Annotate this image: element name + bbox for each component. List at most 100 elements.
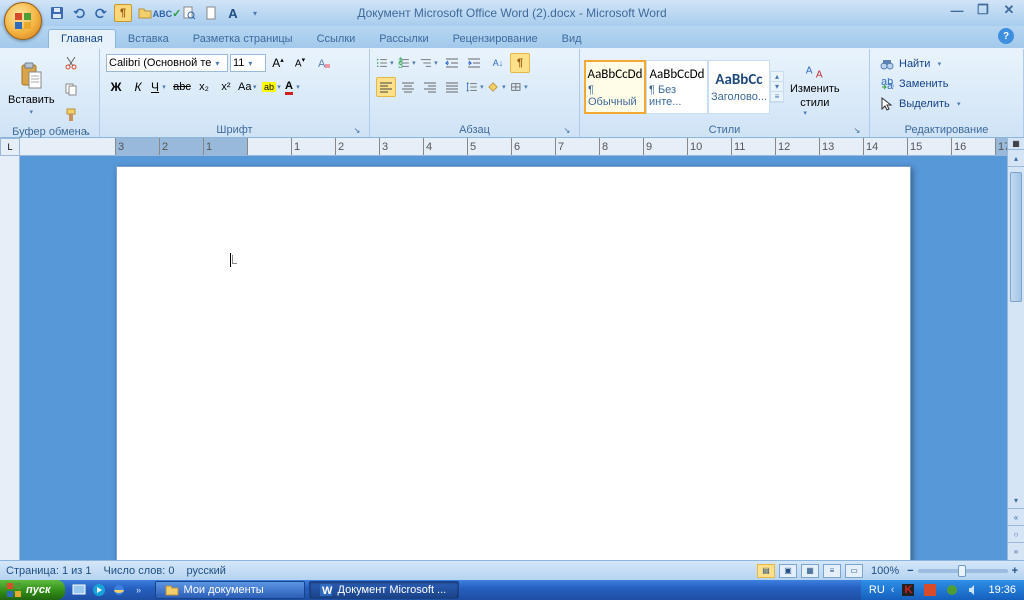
tab-selector[interactable]: L [0, 138, 20, 156]
font-family-combo[interactable]: Calibri (Основной те▾ [106, 54, 228, 72]
highlight-button[interactable]: ab▾ [262, 77, 282, 97]
tab-layout[interactable]: Разметка страницы [181, 30, 305, 48]
prev-page-icon[interactable]: « [1008, 509, 1024, 526]
show-desktop-icon[interactable] [71, 582, 87, 598]
vertical-ruler[interactable] [0, 156, 20, 560]
zoom-slider[interactable] [918, 569, 1008, 573]
tab-home[interactable]: Главная [48, 29, 116, 48]
undo-icon[interactable] [70, 4, 88, 22]
find-button[interactable]: Найти▾ [876, 55, 1017, 73]
styles-down-icon[interactable]: ▾ [771, 82, 783, 92]
save-icon[interactable] [48, 4, 66, 22]
copy-icon[interactable] [61, 79, 81, 99]
format-painter-icon[interactable] [61, 105, 81, 125]
shrink-font-icon[interactable]: A▾ [290, 53, 310, 73]
scroll-down-icon[interactable]: ▾ [1008, 492, 1024, 509]
superscript-button[interactable]: x² [216, 77, 236, 97]
status-lang[interactable]: русский [186, 565, 225, 577]
paragraph-launcher-icon[interactable]: ↘ [561, 124, 573, 136]
preview-icon[interactable] [180, 4, 198, 22]
replace-button[interactable]: abacЗаменить [876, 75, 1017, 93]
newdoc-icon[interactable] [202, 4, 220, 22]
borders-button[interactable]: ▾ [510, 77, 530, 97]
sort-button[interactable]: A↓ [488, 53, 508, 73]
select-button[interactable]: Выделить▾ [876, 95, 1017, 113]
shading-button[interactable]: ▾ [488, 77, 508, 97]
tab-review[interactable]: Рецензирование [441, 30, 550, 48]
taskbar-item-documents[interactable]: Мои документы [155, 581, 305, 599]
help-icon[interactable]: ? [998, 28, 1014, 44]
page-viewport[interactable] [20, 156, 1007, 560]
status-words[interactable]: Число слов: 0 [104, 565, 175, 577]
qat-more-icon[interactable]: ▾ [246, 4, 264, 22]
zoom-out-button[interactable]: − [907, 565, 913, 577]
font-size-combo[interactable]: 11▾ [230, 54, 266, 72]
minimize-button[interactable]: ― [948, 2, 966, 18]
view-fullscreen-icon[interactable]: ▣ [779, 564, 797, 578]
close-button[interactable]: ✕ [1000, 2, 1018, 18]
tray-lang[interactable]: RU [869, 584, 885, 596]
clipboard-launcher-icon[interactable]: ↘ [81, 126, 93, 138]
italic-button[interactable]: К [128, 77, 148, 97]
ql-more-icon[interactable]: » [131, 582, 147, 598]
change-case-button[interactable]: Aa▾ [238, 77, 258, 97]
styles-launcher-icon[interactable]: ↘ [851, 124, 863, 136]
tab-references[interactable]: Ссылки [305, 30, 368, 48]
line-spacing-button[interactable]: ▾ [466, 77, 486, 97]
multilevel-button[interactable]: ▾ [420, 53, 440, 73]
styles-expand-icon[interactable]: ≡ [771, 92, 783, 102]
style-heading1[interactable]: AaBbCcЗаголово... [708, 60, 770, 114]
vertical-scrollbar[interactable]: ▦ ▴ ▾ « ○ » [1007, 138, 1024, 560]
status-page[interactable]: Страница: 1 из 1 [6, 565, 92, 577]
tray-expand-icon[interactable]: ‹ [891, 584, 895, 596]
subscript-button[interactable]: x₂ [194, 77, 214, 97]
indent-inc-button[interactable] [464, 53, 484, 73]
horizontal-ruler[interactable]: 321 1234567891011121314151617 [20, 138, 1007, 156]
scroll-up-icon[interactable]: ▴ [1008, 150, 1024, 167]
open-icon[interactable] [136, 4, 154, 22]
tray-app1-icon[interactable] [922, 582, 938, 598]
tab-mailings[interactable]: Рассылки [367, 30, 440, 48]
bold-button[interactable]: Ж [106, 77, 126, 97]
ruler-toggle-icon[interactable]: ▦ [1008, 138, 1024, 150]
next-page-icon[interactable]: » [1008, 543, 1024, 560]
show-marks-button[interactable]: ¶ [510, 53, 530, 73]
office-button[interactable] [4, 2, 42, 40]
bullets-button[interactable]: ▾ [376, 53, 396, 73]
tray-app2-icon[interactable] [944, 582, 960, 598]
numbering-button[interactable]: 123▾ [398, 53, 418, 73]
justify-button[interactable] [442, 77, 462, 97]
zoom-in-button[interactable]: + [1012, 565, 1018, 577]
view-outline-icon[interactable]: ≡ [823, 564, 841, 578]
ie-icon[interactable] [111, 582, 127, 598]
align-center-button[interactable] [398, 77, 418, 97]
style-nospacing[interactable]: AaBbCcDd¶ Без инте... [646, 60, 708, 114]
underline-button[interactable]: Ч▾ [150, 77, 170, 97]
browse-object-icon[interactable]: ○ [1008, 526, 1024, 543]
align-right-button[interactable] [420, 77, 440, 97]
view-web-icon[interactable]: ▦ [801, 564, 819, 578]
maximize-button[interactable]: ❐ [974, 2, 992, 18]
pilcrow-icon[interactable]: ¶ [114, 4, 132, 22]
document-page[interactable] [116, 166, 911, 560]
change-styles-button[interactable]: AA Изменить стили ▾ [786, 55, 844, 119]
cut-icon[interactable] [61, 53, 81, 73]
font-launcher-icon[interactable]: ↘ [351, 124, 363, 136]
tray-clock[interactable]: 19:36 [988, 584, 1016, 596]
taskbar-item-word[interactable]: W Документ Microsoft ... [309, 581, 459, 599]
styles-up-icon[interactable]: ▴ [771, 72, 783, 82]
redo-icon[interactable] [92, 4, 110, 22]
style-normal[interactable]: AaBbCcDd¶ Обычный [584, 60, 646, 114]
kaspersky-icon[interactable]: K [900, 582, 916, 598]
volume-icon[interactable] [966, 582, 982, 598]
view-print-layout-icon[interactable]: ▤ [757, 564, 775, 578]
strike-button[interactable]: abc [172, 77, 192, 97]
tab-insert[interactable]: Вставка [116, 30, 181, 48]
paste-dropdown-icon[interactable]: ▾ [26, 108, 36, 116]
align-left-button[interactable] [376, 77, 396, 97]
grow-font-icon[interactable]: A▴ [268, 53, 288, 73]
zoom-thumb[interactable] [958, 565, 966, 577]
clear-format-icon[interactable]: A [314, 53, 334, 73]
font-color-button[interactable]: A▾ [284, 77, 304, 97]
start-button[interactable]: пуск [0, 580, 65, 600]
